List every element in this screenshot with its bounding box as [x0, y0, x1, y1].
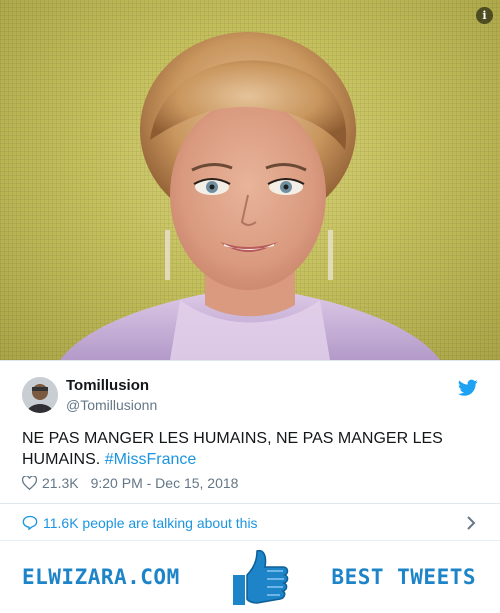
like-count[interactable]: 21.3K	[42, 475, 79, 491]
site-name[interactable]: ELWIZARA.COM	[22, 565, 180, 589]
avatar-image	[22, 377, 58, 413]
conversation-link[interactable]: 11.6K people are talking about this	[0, 503, 500, 541]
photo-illustration	[60, 32, 440, 360]
tweet-body: NE PAS MANGER LES HUMAINS, NE PAS MANGER…	[22, 430, 443, 468]
author-handle[interactable]: @Tomillusionn	[66, 397, 157, 413]
avatar[interactable]	[22, 377, 58, 413]
hashtag-link[interactable]: #MissFrance	[105, 451, 197, 468]
author-name[interactable]: Tomillusion	[66, 377, 149, 394]
tweet-author[interactable]: Tomillusion @Tomillusionn	[22, 375, 480, 415]
tweet-text: NE PAS MANGER LES HUMAINS, NE PAS MANGER…	[22, 428, 472, 470]
info-icon[interactable]: i	[476, 7, 493, 24]
tweet-photo[interactable]: i	[0, 0, 500, 360]
speech-bubble-icon	[22, 515, 38, 530]
chevron-right-icon	[467, 516, 476, 530]
tweet-timestamp[interactable]: 9:20 PM - Dec 15, 2018	[91, 475, 239, 491]
thumbs-up-icon	[233, 549, 289, 605]
tweet-card: Tomillusion @Tomillusionn NE PAS MANGER …	[0, 360, 500, 540]
heart-icon[interactable]	[22, 476, 37, 490]
tweet-meta: 21.3K 9:20 PM - Dec 15, 2018	[22, 473, 238, 493]
twitter-logo-icon[interactable]	[458, 379, 478, 397]
conversation-text: 11.6K people are talking about this	[43, 514, 258, 531]
site-banner: ELWIZARA.COM BEST TWEETS	[0, 540, 500, 613]
banner-tagline: BEST TWEETS	[331, 565, 476, 589]
